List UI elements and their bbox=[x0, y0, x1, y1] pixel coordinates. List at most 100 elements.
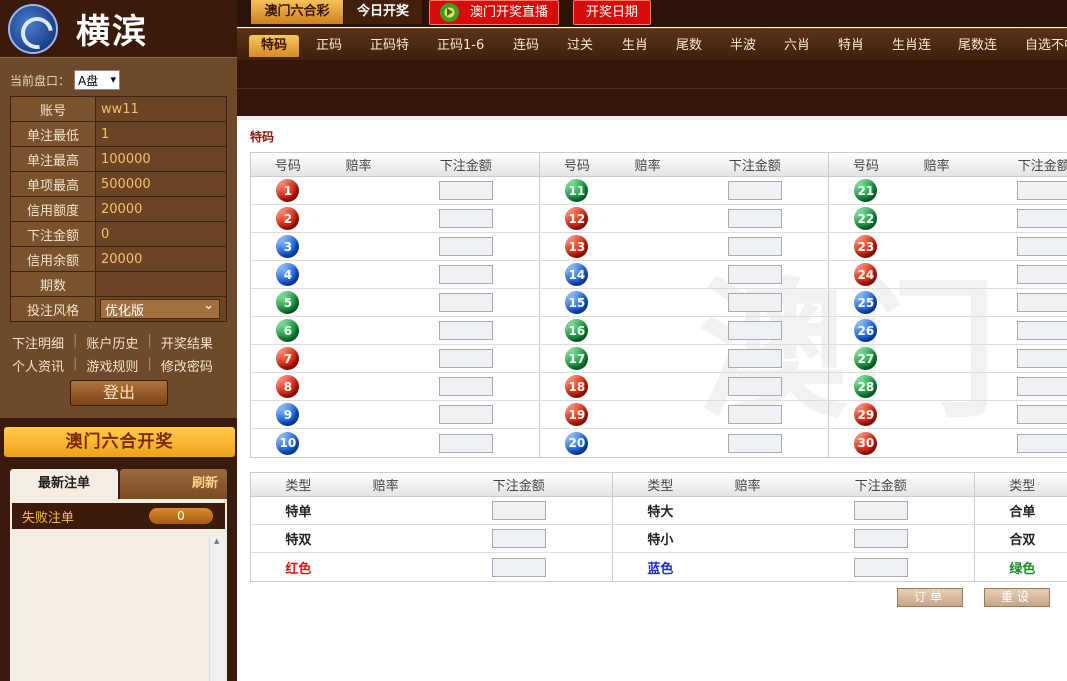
nav-tab[interactable]: 自选不中 bbox=[1025, 35, 1067, 57]
bet-amount-input[interactable] bbox=[491, 501, 546, 520]
header-number: 号码 bbox=[563, 159, 590, 174]
macau-draw-banner[interactable]: 澳门六合开奖 bbox=[4, 427, 235, 457]
bet-amount-input[interactable] bbox=[438, 293, 493, 312]
logout-button[interactable]: 登出 bbox=[70, 380, 168, 406]
bet-amount-input[interactable] bbox=[1016, 265, 1067, 284]
bet-amount-input[interactable] bbox=[853, 529, 908, 548]
bet-amount-input[interactable] bbox=[727, 321, 782, 340]
bet-amount-input[interactable] bbox=[438, 265, 493, 284]
bet-amount-input[interactable] bbox=[1016, 377, 1067, 396]
link-personal-info[interactable]: 个人资讯 bbox=[12, 356, 64, 375]
header-odds: 赔率 bbox=[634, 159, 661, 174]
bet-amount-input[interactable] bbox=[438, 209, 493, 228]
tab-today-draw[interactable]: 今日开奖 bbox=[344, 0, 422, 24]
number-ball: 17 bbox=[565, 347, 589, 370]
nav-tab[interactable]: 六肖 bbox=[784, 35, 810, 57]
number-ball: 27 bbox=[854, 347, 878, 370]
ball-wrap: 27 bbox=[829, 347, 903, 370]
bet-amount-input[interactable] bbox=[438, 433, 493, 453]
bet-amount-input[interactable] bbox=[1016, 405, 1067, 424]
bet-amount-input[interactable] bbox=[1016, 321, 1067, 340]
amount-wrap bbox=[393, 181, 539, 200]
table-row: 特双 特小 合双 bbox=[251, 525, 1067, 553]
bets-scrollbar[interactable] bbox=[209, 535, 225, 681]
amount-wrap bbox=[971, 433, 1067, 453]
nav-tab[interactable]: 正码特 bbox=[370, 35, 409, 57]
ball-wrap: 24 bbox=[829, 263, 903, 286]
order-button[interactable]: 订单 bbox=[897, 588, 963, 607]
bet-amount-input[interactable] bbox=[727, 405, 782, 424]
bet-amount-input[interactable] bbox=[1016, 209, 1067, 228]
amount-wrap bbox=[682, 433, 828, 453]
draw-date-button[interactable]: 开奖日期 bbox=[573, 0, 651, 25]
bet-amount-input[interactable] bbox=[727, 377, 782, 396]
bet-amount-input[interactable] bbox=[853, 501, 908, 520]
nav-tab[interactable]: 尾数 bbox=[676, 35, 702, 57]
nav-tab[interactable]: 半波 bbox=[730, 35, 756, 57]
bet-amount-input[interactable] bbox=[853, 557, 908, 577]
bet-amount-input[interactable] bbox=[1016, 293, 1067, 312]
link-change-password[interactable]: 修改密码 bbox=[161, 356, 213, 375]
nav-tab[interactable]: 特码 bbox=[249, 35, 300, 57]
bet-amount-input[interactable] bbox=[491, 529, 546, 548]
pan-select[interactable]: A盘 bbox=[74, 70, 121, 90]
amount-wrap bbox=[393, 349, 539, 368]
bet-amount-input[interactable] bbox=[438, 321, 493, 340]
tab-macau-lottery[interactable]: 澳门六合彩 bbox=[251, 0, 343, 24]
bet-amount-input[interactable] bbox=[1016, 433, 1067, 453]
bet-amount-input[interactable] bbox=[727, 433, 782, 453]
header-type: 类型 bbox=[1009, 479, 1036, 494]
bet-amount-input[interactable] bbox=[727, 237, 782, 256]
number-ball: 11 bbox=[565, 179, 589, 202]
link-bet-details[interactable]: 下注明细 bbox=[12, 333, 64, 352]
link-account-history[interactable]: 账户历史 bbox=[86, 333, 138, 352]
amount-wrap bbox=[971, 349, 1067, 368]
number-ball: 15 bbox=[565, 291, 589, 314]
bet-amount-input[interactable] bbox=[727, 209, 782, 228]
number-cell: 27 bbox=[829, 345, 1067, 372]
type-name: 特大 bbox=[647, 505, 674, 520]
bet-amount-input[interactable] bbox=[438, 377, 493, 396]
number-cell: 4 bbox=[251, 261, 540, 288]
bet-amount-input[interactable] bbox=[727, 181, 782, 200]
bet-style-select[interactable]: 优化版 bbox=[100, 298, 220, 319]
bet-amount-input[interactable] bbox=[491, 557, 546, 577]
bet-amount-input[interactable] bbox=[438, 181, 493, 200]
nav-tab[interactable]: 特肖 bbox=[838, 35, 864, 57]
refresh-button[interactable]: 刷新 bbox=[120, 469, 227, 499]
link-draw-results[interactable]: 开奖结果 bbox=[161, 333, 213, 352]
bet-amount-input[interactable] bbox=[1016, 349, 1067, 368]
nav-tab[interactable]: 尾数连 bbox=[958, 35, 997, 57]
bet-amount-input[interactable] bbox=[438, 349, 493, 368]
nav-tab[interactable]: 正码1-6 bbox=[437, 35, 484, 57]
ball-wrap: 8 bbox=[251, 375, 325, 398]
bet-amount-input[interactable] bbox=[1016, 237, 1067, 256]
links-row-1: 下注明细 | 账户历史 | 开奖结果 bbox=[12, 333, 213, 352]
nav-tab[interactable]: 过关 bbox=[567, 35, 593, 57]
bet-amount-input[interactable] bbox=[727, 349, 782, 368]
live-draw-button[interactable]: 澳门开奖直播 bbox=[429, 0, 559, 25]
nav-tab[interactable]: 生肖 bbox=[622, 35, 648, 57]
type-header-group: 类型 赔率 下注金额 bbox=[613, 473, 975, 496]
nav-tab[interactable]: 连码 bbox=[513, 35, 539, 57]
bet-amount-input[interactable] bbox=[727, 293, 782, 312]
link-game-rules[interactable]: 游戏规则 bbox=[86, 356, 138, 375]
number-cell: 21 bbox=[829, 177, 1067, 204]
reset-button[interactable]: 重设 bbox=[984, 588, 1050, 607]
ball-wrap: 5 bbox=[251, 291, 325, 314]
info-label: 单项最高 bbox=[10, 171, 96, 197]
nav-tab[interactable]: 正码 bbox=[316, 35, 342, 57]
bet-amount-input[interactable] bbox=[438, 405, 493, 424]
number-cell: 22 bbox=[829, 205, 1067, 232]
header-odds: 赔率 bbox=[923, 159, 950, 174]
bet-amount-input[interactable] bbox=[727, 265, 782, 284]
number-cell: 17 bbox=[540, 345, 829, 372]
info-label: 信用余额 bbox=[10, 246, 96, 272]
table-row: 1 11 21 bbox=[251, 177, 1067, 205]
amount-wrap bbox=[971, 181, 1067, 200]
failed-bets-row[interactable]: 失败注单 0 bbox=[12, 503, 225, 529]
nav-tab[interactable]: 生肖连 bbox=[892, 35, 931, 57]
bet-amount-input[interactable] bbox=[1016, 181, 1067, 200]
bet-amount-input[interactable] bbox=[438, 237, 493, 256]
tab-latest-bets[interactable]: 最新注单 bbox=[10, 469, 118, 499]
